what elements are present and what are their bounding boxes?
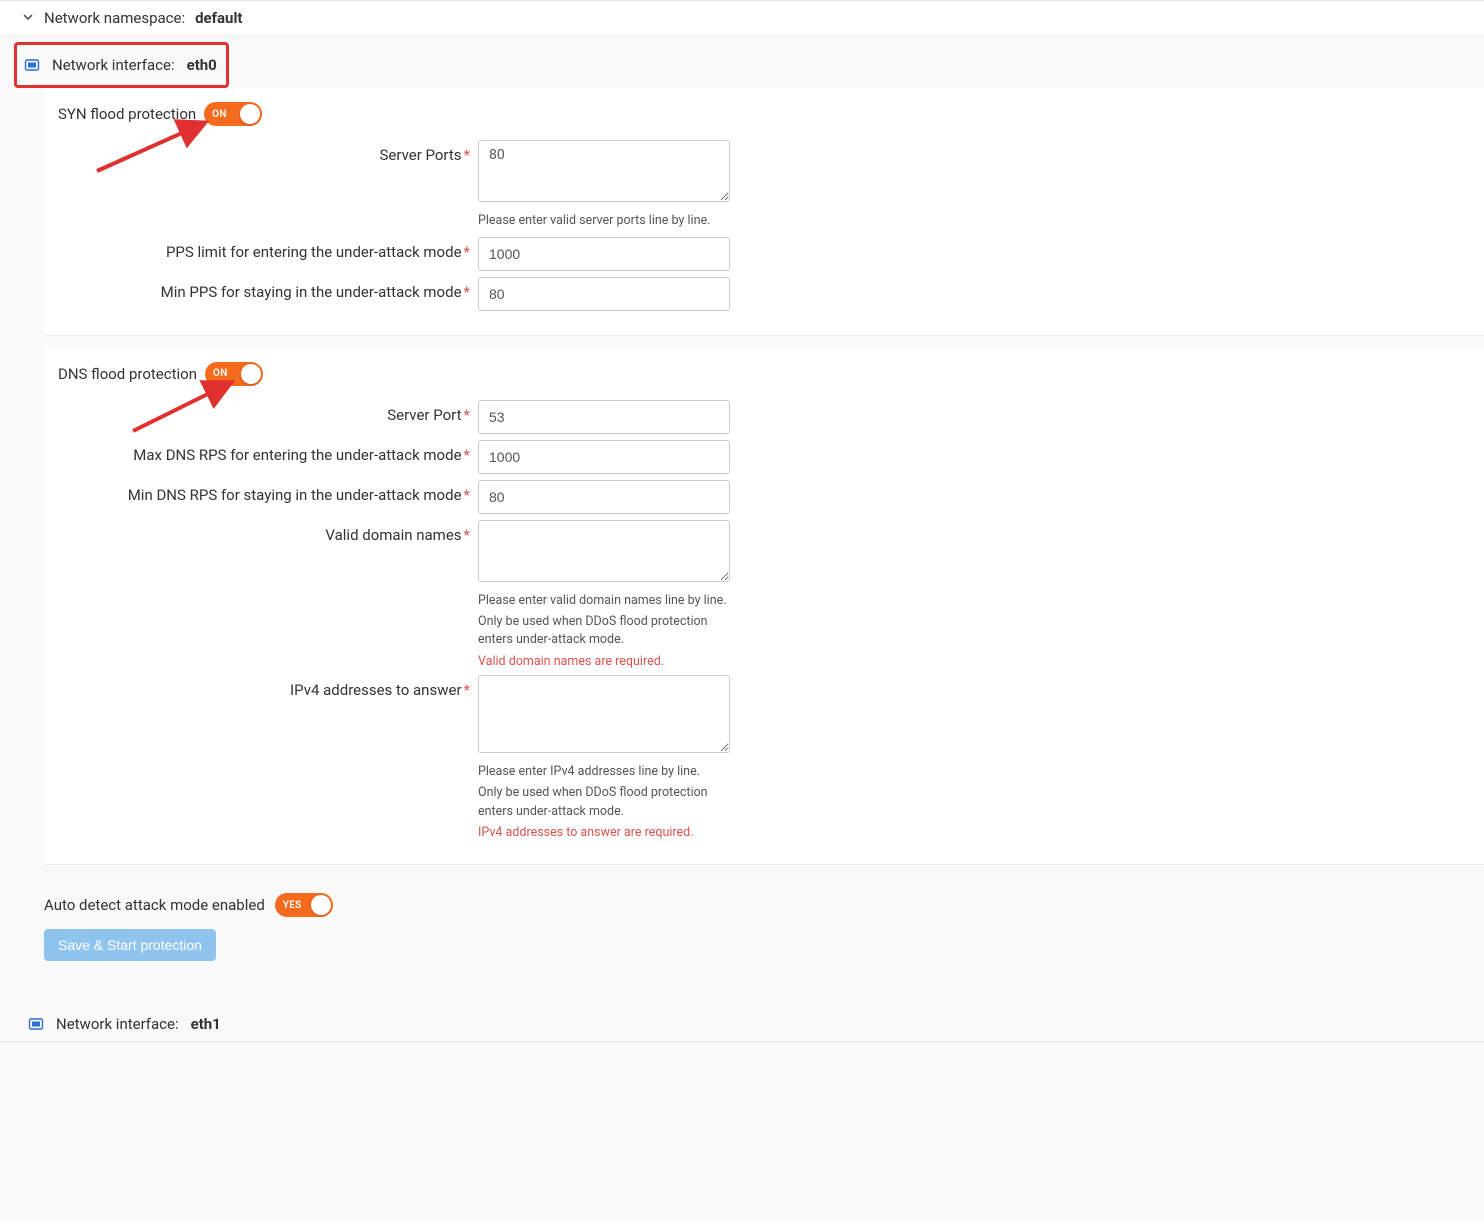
network-interface-icon bbox=[24, 57, 40, 73]
syn-flood-toggle[interactable]: ON bbox=[204, 102, 262, 126]
toggle-on-label: ON bbox=[213, 368, 228, 379]
min-dns-rps-input[interactable] bbox=[478, 480, 730, 514]
interface-header-eth0[interactable]: Network interface: eth0 bbox=[16, 44, 1484, 86]
interface-label: Network interface: bbox=[56, 1015, 179, 1033]
ipv4-hint2: Only be used when DDoS flood protection … bbox=[478, 784, 730, 822]
toggle-yes-label: YES bbox=[283, 900, 302, 911]
pps-limit-label: PPS limit for entering the under-attack … bbox=[58, 237, 478, 261]
toggle-knob bbox=[240, 104, 260, 124]
server-ports-label: Server Ports* bbox=[58, 140, 478, 164]
pps-limit-input[interactable] bbox=[478, 237, 730, 271]
max-dns-rps-label: Max DNS RPS for entering the under-attac… bbox=[58, 440, 478, 464]
namespace-value: default bbox=[195, 9, 242, 27]
save-start-button[interactable]: Save & Start protection bbox=[44, 929, 216, 961]
toggle-on-label: ON bbox=[212, 109, 227, 120]
namespace-label: Network namespace: bbox=[44, 9, 185, 27]
min-dns-rps-label: Min DNS RPS for staying in the under-att… bbox=[58, 480, 478, 504]
dns-flood-toggle[interactable]: ON bbox=[205, 362, 263, 386]
network-interface-icon bbox=[28, 1016, 44, 1032]
server-ports-hint: Please enter valid server ports line by … bbox=[478, 212, 730, 231]
interface-label: Network interface: bbox=[52, 56, 175, 74]
min-pps-input[interactable] bbox=[478, 277, 730, 311]
server-ports-input[interactable] bbox=[478, 140, 730, 202]
dns-server-port-input[interactable] bbox=[478, 400, 730, 434]
auto-detect-label: Auto detect attack mode enabled bbox=[44, 896, 265, 914]
valid-domains-hint: Please enter valid domain names line by … bbox=[478, 592, 730, 611]
syn-flood-card: SYN flood protection ON Server Ports* bbox=[44, 88, 1484, 336]
dns-flood-card: DNS flood protection ON Server Port* bbox=[44, 348, 1484, 866]
chevron-down-icon bbox=[22, 11, 34, 26]
toggle-knob bbox=[241, 364, 261, 384]
ipv4-label: IPv4 addresses to answer* bbox=[58, 675, 478, 699]
valid-domains-error: Valid domain names are required. bbox=[478, 654, 730, 669]
dns-flood-title: DNS flood protection bbox=[58, 365, 197, 383]
ipv4-hint: Please enter IPv4 addresses line by line… bbox=[478, 763, 730, 782]
ipv4-input[interactable] bbox=[478, 675, 730, 753]
valid-domains-hint2: Only be used when DDoS flood protection … bbox=[478, 613, 730, 651]
ipv4-error: IPv4 addresses to answer are required. bbox=[478, 825, 730, 840]
valid-domains-label: Valid domain names* bbox=[58, 520, 478, 544]
valid-domains-input[interactable] bbox=[478, 520, 730, 582]
dns-server-port-label: Server Port* bbox=[58, 400, 478, 424]
toggle-knob bbox=[311, 895, 331, 915]
auto-detect-toggle[interactable]: YES bbox=[275, 893, 333, 917]
max-dns-rps-input[interactable] bbox=[478, 440, 730, 474]
min-pps-label: Min PPS for staying in the under-attack … bbox=[58, 277, 478, 301]
namespace-header[interactable]: Network namespace: default bbox=[0, 1, 1484, 36]
interface-value: eth1 bbox=[191, 1015, 221, 1033]
syn-flood-title: SYN flood protection bbox=[58, 105, 196, 123]
interface-value: eth0 bbox=[187, 56, 217, 74]
interface-header-eth1[interactable]: Network interface: eth1 bbox=[20, 1003, 1484, 1039]
